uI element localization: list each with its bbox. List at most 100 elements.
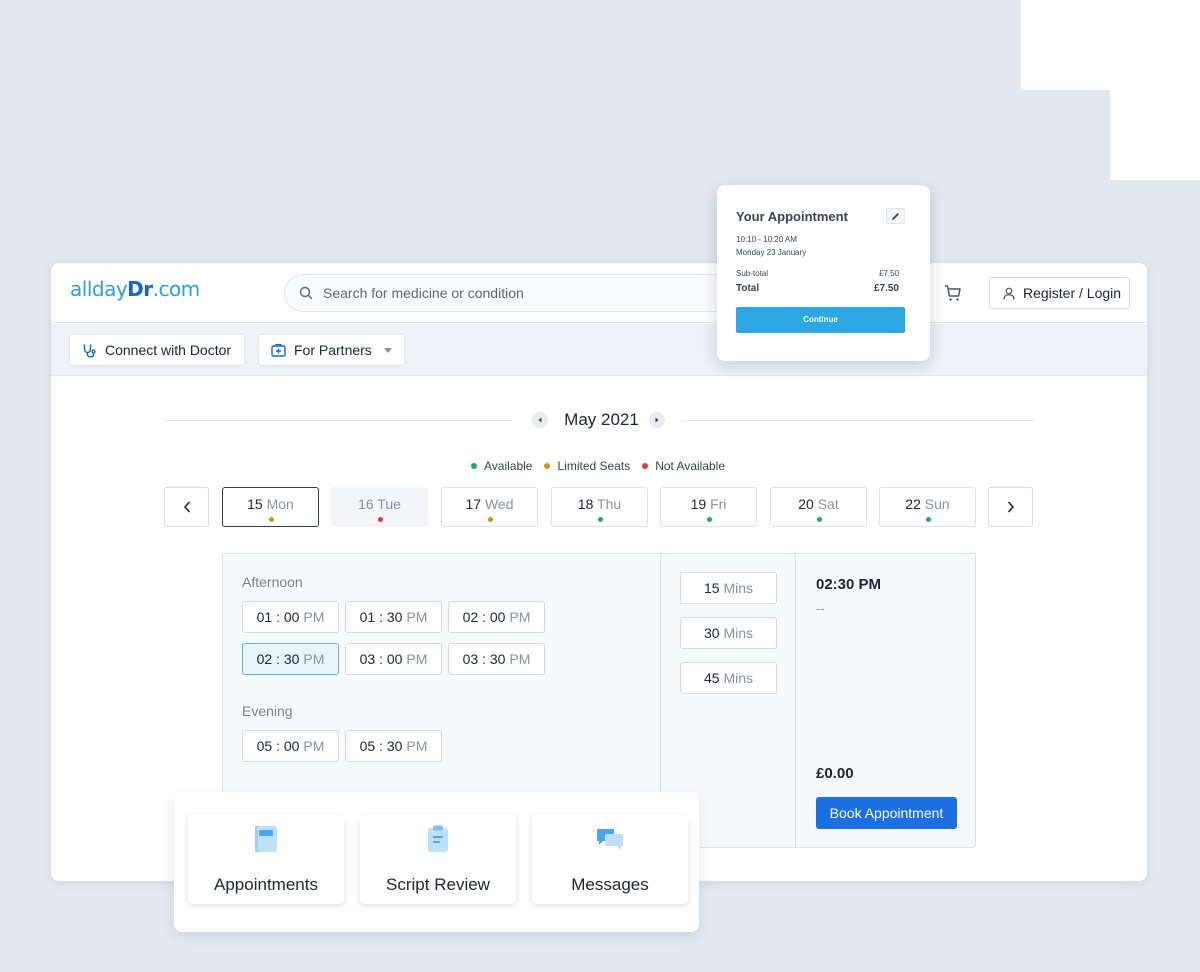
time-slot[interactable]: 02 : 00 PM [448, 601, 545, 633]
for-partners-dropdown[interactable]: For Partners [258, 334, 405, 366]
background-block [1021, 0, 1200, 90]
connect-with-doctor-button[interactable]: Connect with Doctor [69, 334, 245, 366]
day-name: Tue [377, 496, 401, 512]
chevron-left-icon [183, 501, 190, 513]
divider-line [681, 420, 1034, 421]
duration-value: 30 [703, 625, 720, 641]
day-label: 20 Sat [771, 496, 866, 512]
time-slot[interactable]: 05 : 30 PM [345, 730, 442, 762]
for-partners-label: For Partners [294, 342, 372, 358]
chevron-right-icon [655, 417, 659, 423]
day-label: 15 Mon [223, 496, 318, 512]
slot-time: 02 : 00 [462, 609, 506, 625]
day-option[interactable]: 19 Fri [660, 487, 757, 527]
your-appointment-popup: Your Appointment 10:10 - 10:20 AM Monday… [717, 185, 930, 361]
time-slot[interactable]: 01 : 00 PM [242, 601, 339, 633]
slot-time: 05 : 00 [256, 738, 300, 754]
continue-button[interactable]: Continue [736, 307, 905, 333]
register-login-label: Register / Login [1023, 285, 1122, 301]
slot-ampm: PM [406, 609, 428, 625]
clipboard-icon [428, 825, 448, 852]
day-number: 22 [905, 496, 921, 512]
previous-days-button[interactable] [164, 487, 209, 527]
status-dot [642, 463, 649, 469]
script-review-card[interactable]: Script Review [360, 814, 516, 904]
duration-option[interactable]: 30 Mins [680, 617, 777, 649]
month-title: May 2021 [564, 410, 639, 429]
slot-ampm: PM [303, 738, 325, 754]
time-slot[interactable]: 05 : 00 PM [242, 730, 339, 762]
status-dot [378, 517, 383, 522]
card-label: Messages [571, 875, 649, 894]
day-number: 20 [798, 496, 814, 512]
slot-time: 02 : 30 [256, 651, 300, 667]
next-days-button[interactable] [988, 487, 1033, 527]
notebook-icon [255, 826, 277, 852]
user-icon [1003, 287, 1015, 300]
popup-title: Your Appointment [736, 209, 848, 224]
legend-label: Limited Seats [557, 459, 631, 473]
slot-ampm: PM [303, 609, 325, 625]
selected-time: 02:30 PM [816, 576, 882, 593]
card-label: Script Review [386, 875, 490, 894]
duration-unit: Mins [723, 625, 754, 641]
day-number: 19 [690, 496, 707, 512]
search-icon [299, 286, 313, 300]
duration-option[interactable]: 45 Mins [680, 662, 777, 694]
status-dot [471, 463, 477, 469]
legend-limited-seats: Limited Seats [544, 459, 630, 473]
book-appointment-button[interactable]: Book Appointment [816, 797, 957, 829]
time-slot[interactable]: 03 : 30 PM [448, 643, 545, 675]
day-label: 22 Sun [880, 496, 975, 512]
status-dot [488, 517, 493, 522]
duration-value: 45 [703, 670, 720, 686]
cart-button[interactable] [943, 283, 963, 308]
subtotal-value: £7.50 [878, 269, 899, 278]
day-option[interactable]: 20 Sat [770, 487, 867, 527]
day-option[interactable]: 17 Wed [441, 487, 538, 527]
messages-card[interactable]: Messages [532, 814, 688, 904]
slot-ampm: PM [406, 651, 428, 667]
duration-value: 15 [703, 580, 720, 596]
day-option: 16 Tue [331, 487, 428, 527]
legend-not-available: Not Available [642, 459, 725, 473]
booking-price: £0.00 [816, 765, 854, 782]
time-slot[interactable]: 03 : 00 PM [345, 643, 442, 675]
afternoon-label: Afternoon [242, 574, 303, 590]
day-name: Sat [817, 496, 839, 512]
edit-appointment-button[interactable] [886, 208, 905, 224]
card-label: Appointments [214, 875, 318, 894]
appointments-card[interactable]: Appointments [188, 814, 344, 904]
stethoscope-icon [83, 344, 96, 358]
day-label: 17 Wed [442, 496, 537, 512]
slot-time: 01 : 00 [256, 609, 300, 625]
duration-option[interactable]: 15 Mins [680, 572, 777, 604]
booking-summary: 02:30 PM -- £0.00 Book Appointment [796, 554, 975, 847]
slot-ampm: PM [406, 738, 428, 754]
logo-text-bold: Dr [127, 277, 153, 301]
day-option[interactable]: 15 Mon [222, 487, 319, 527]
status-dot [707, 517, 712, 522]
register-login-button[interactable]: Register / Login [989, 277, 1130, 309]
time-slot[interactable]: 01 : 30 PM [345, 601, 442, 633]
day-option[interactable]: 18 Thu [551, 487, 648, 527]
status-dot [269, 517, 274, 522]
chevron-left-icon [538, 417, 542, 423]
total-value: £7.50 [873, 283, 899, 294]
day-name: Fri [710, 496, 727, 512]
logo-text: allday [70, 277, 128, 301]
sub-navigation: Connect with Doctor For Partners [51, 324, 1147, 376]
site-logo[interactable]: alldayDr.com [70, 277, 200, 301]
status-dot [598, 517, 603, 522]
chevron-right-icon [1007, 501, 1014, 513]
search-bar[interactable] [284, 274, 734, 312]
previous-month-button[interactable] [532, 412, 548, 428]
divider-line [164, 420, 512, 421]
next-month-button[interactable] [649, 412, 665, 428]
slot-ampm: PM [509, 651, 531, 667]
medical-kit-icon [271, 343, 286, 357]
feature-cards: Appointments Script Review Messages [174, 792, 699, 932]
search-input[interactable] [323, 285, 703, 301]
time-slot[interactable]: 02 : 30 PM [242, 643, 339, 675]
day-option[interactable]: 22 Sun [879, 487, 976, 527]
